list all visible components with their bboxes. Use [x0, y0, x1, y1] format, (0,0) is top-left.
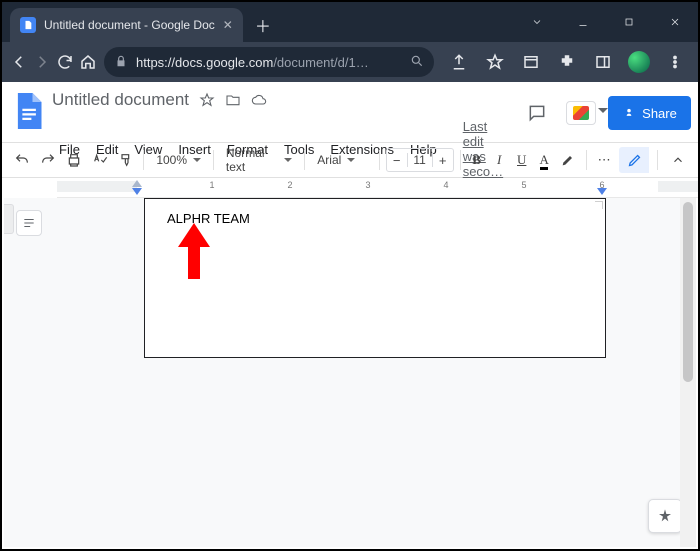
- profile-extension-icon[interactable]: [622, 45, 656, 79]
- url-text: https://docs.google.com/document/d/1…: [136, 55, 396, 70]
- underline-button[interactable]: U: [511, 146, 531, 174]
- page[interactable]: ALPHR TEAM: [144, 198, 606, 358]
- vertical-scrollbar[interactable]: [680, 198, 696, 547]
- font-select[interactable]: Arial: [311, 148, 372, 172]
- docs-favicon: [20, 17, 36, 33]
- browser-tab[interactable]: Untitled document - Google Doc ✕: [10, 8, 243, 42]
- lock-icon: [114, 54, 128, 71]
- comment-history-icon[interactable]: [520, 96, 554, 130]
- nav-reload-button[interactable]: [54, 45, 75, 79]
- more-tools-button[interactable]: ⋯: [593, 146, 617, 174]
- left-tab-handle[interactable]: [4, 204, 14, 234]
- scroll-thumb[interactable]: [683, 202, 693, 382]
- print-button[interactable]: [62, 146, 86, 174]
- redo-button[interactable]: [36, 146, 60, 174]
- url-search-icon[interactable]: [410, 54, 424, 71]
- side-panel-icon[interactable]: [586, 45, 620, 79]
- document-body-text[interactable]: ALPHR TEAM: [167, 211, 593, 226]
- font-size-increase[interactable]: +: [433, 153, 453, 168]
- share-label: Share: [642, 106, 677, 121]
- nav-forward-button[interactable]: [31, 45, 52, 79]
- zoom-select[interactable]: 100%: [150, 148, 207, 172]
- meet-caret-icon[interactable]: [598, 108, 608, 113]
- nav-home-button[interactable]: [77, 45, 98, 79]
- explore-button[interactable]: [648, 499, 682, 533]
- italic-button[interactable]: I: [489, 146, 509, 174]
- font-size-value[interactable]: 11: [407, 153, 433, 167]
- bookmark-star-icon[interactable]: [478, 45, 512, 79]
- font-size-decrease[interactable]: −: [387, 153, 407, 168]
- ruler[interactable]: 1 2 3 4 5 6: [2, 178, 698, 198]
- text-color-button[interactable]: A: [534, 146, 554, 174]
- docs-header: Untitled document File Edit View Insert …: [2, 82, 698, 142]
- docs-logo-icon[interactable]: [14, 90, 42, 132]
- window-controls: [514, 2, 698, 42]
- extensions-icon[interactable]: [550, 45, 584, 79]
- style-select[interactable]: Normal text: [220, 148, 299, 172]
- undo-button[interactable]: [10, 146, 34, 174]
- browser-titlebar: Untitled document - Google Doc ✕ ＋: [2, 2, 698, 42]
- browser-address-bar: https://docs.google.com/document/d/1…: [2, 42, 698, 82]
- window-maximize-icon[interactable]: [606, 2, 652, 42]
- browser-menu-icon[interactable]: [658, 45, 692, 79]
- tab-title: Untitled document - Google Doc: [44, 18, 215, 32]
- outline-toggle-button[interactable]: [16, 210, 42, 236]
- bold-button[interactable]: B: [466, 146, 486, 174]
- share-url-icon[interactable]: [442, 45, 476, 79]
- meet-button[interactable]: [566, 101, 596, 125]
- paint-format-button[interactable]: [114, 146, 138, 174]
- nav-back-button[interactable]: [8, 45, 29, 79]
- hide-menus-button[interactable]: [666, 147, 690, 173]
- cloud-status-icon[interactable]: [251, 92, 267, 108]
- highlight-button[interactable]: [556, 146, 580, 174]
- url-field[interactable]: https://docs.google.com/document/d/1…: [104, 47, 434, 77]
- new-tab-button[interactable]: ＋: [249, 11, 277, 39]
- share-button[interactable]: Share: [608, 96, 691, 130]
- star-icon[interactable]: [199, 92, 215, 108]
- reading-list-icon[interactable]: [514, 45, 548, 79]
- spellcheck-button[interactable]: [88, 146, 112, 174]
- tab-close-icon[interactable]: ✕: [223, 18, 233, 32]
- page-corner-icon: [595, 201, 603, 209]
- document-title[interactable]: Untitled document: [52, 90, 189, 110]
- window-minimize-icon[interactable]: [560, 2, 606, 42]
- editing-mode-button[interactable]: [619, 147, 649, 173]
- document-canvas[interactable]: ALPHR TEAM: [4, 198, 696, 547]
- window-close-icon[interactable]: [652, 2, 698, 42]
- move-icon[interactable]: [225, 92, 241, 108]
- window-dropdown-icon[interactable]: [514, 2, 560, 42]
- font-size-control[interactable]: − 11 +: [386, 148, 454, 172]
